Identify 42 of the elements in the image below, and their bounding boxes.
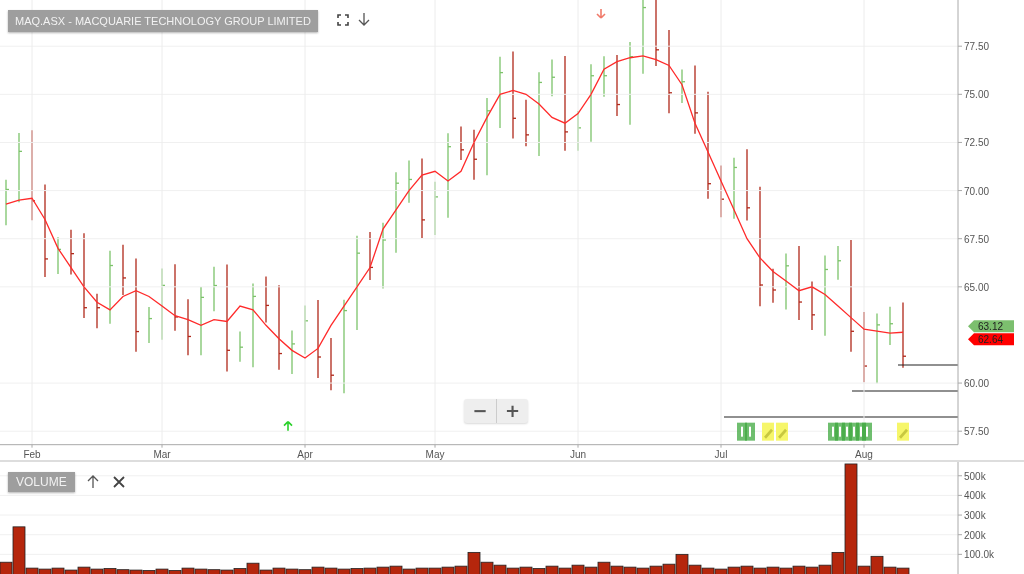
- price-tag-label: 62.64: [978, 334, 1004, 346]
- axis-label: Jun: [569, 448, 587, 460]
- pencil-icon: [776, 422, 788, 441]
- axis-label: 400k: [964, 490, 986, 502]
- axis-label: 200k: [964, 529, 986, 541]
- volume-bar: [571, 564, 585, 574]
- axis-label: 70.00: [964, 185, 990, 197]
- zoom-in-button[interactable]: +: [496, 399, 528, 423]
- axis-label: 57.50: [964, 426, 990, 438]
- axis-label: Aug: [855, 448, 873, 460]
- volume-bar: [493, 564, 507, 574]
- axis-label: Mar: [153, 448, 171, 460]
- axis-label: 67.50: [964, 233, 990, 245]
- zoom-out-button[interactable]: −: [464, 399, 496, 423]
- axis-label: 65.00: [964, 281, 990, 293]
- pencil-icon: [762, 422, 774, 441]
- axis-label: 100.0k: [964, 549, 995, 561]
- up-arrow-icon: [283, 420, 293, 432]
- fullscreen-icon[interactable]: [337, 14, 349, 26]
- signal-icon: [862, 422, 872, 441]
- up-arrow-icon[interactable]: [87, 475, 99, 489]
- volume-bar: [649, 565, 663, 574]
- axis-label: 60.00: [964, 378, 990, 390]
- axis-label: May: [425, 448, 445, 460]
- axis-label: Jul: [714, 448, 728, 460]
- volume-title: VOLUME: [8, 472, 75, 492]
- chart-title: MAQ.ASX - MACQUARIE TECHNOLOGY GROUP LIMITED: [8, 10, 318, 32]
- axis-label: 77.50: [964, 41, 990, 53]
- axis-label: 72.50: [964, 137, 990, 149]
- axis-label: Feb: [23, 448, 41, 460]
- close-icon[interactable]: [113, 476, 125, 488]
- volume-bar: [792, 565, 806, 574]
- download-arrow-icon[interactable]: [358, 12, 370, 26]
- volume-bar: [740, 565, 754, 574]
- axis-label: 500k: [964, 470, 986, 482]
- signal-icon: [745, 422, 755, 441]
- axis-label: Apr: [297, 448, 313, 460]
- pencil-icon: [897, 422, 909, 441]
- axis-label: 300k: [964, 510, 986, 522]
- axis-label: 75.00: [964, 89, 990, 101]
- down-arrow-icon: [596, 8, 606, 19]
- price-tag-label: 63.12: [978, 321, 1004, 333]
